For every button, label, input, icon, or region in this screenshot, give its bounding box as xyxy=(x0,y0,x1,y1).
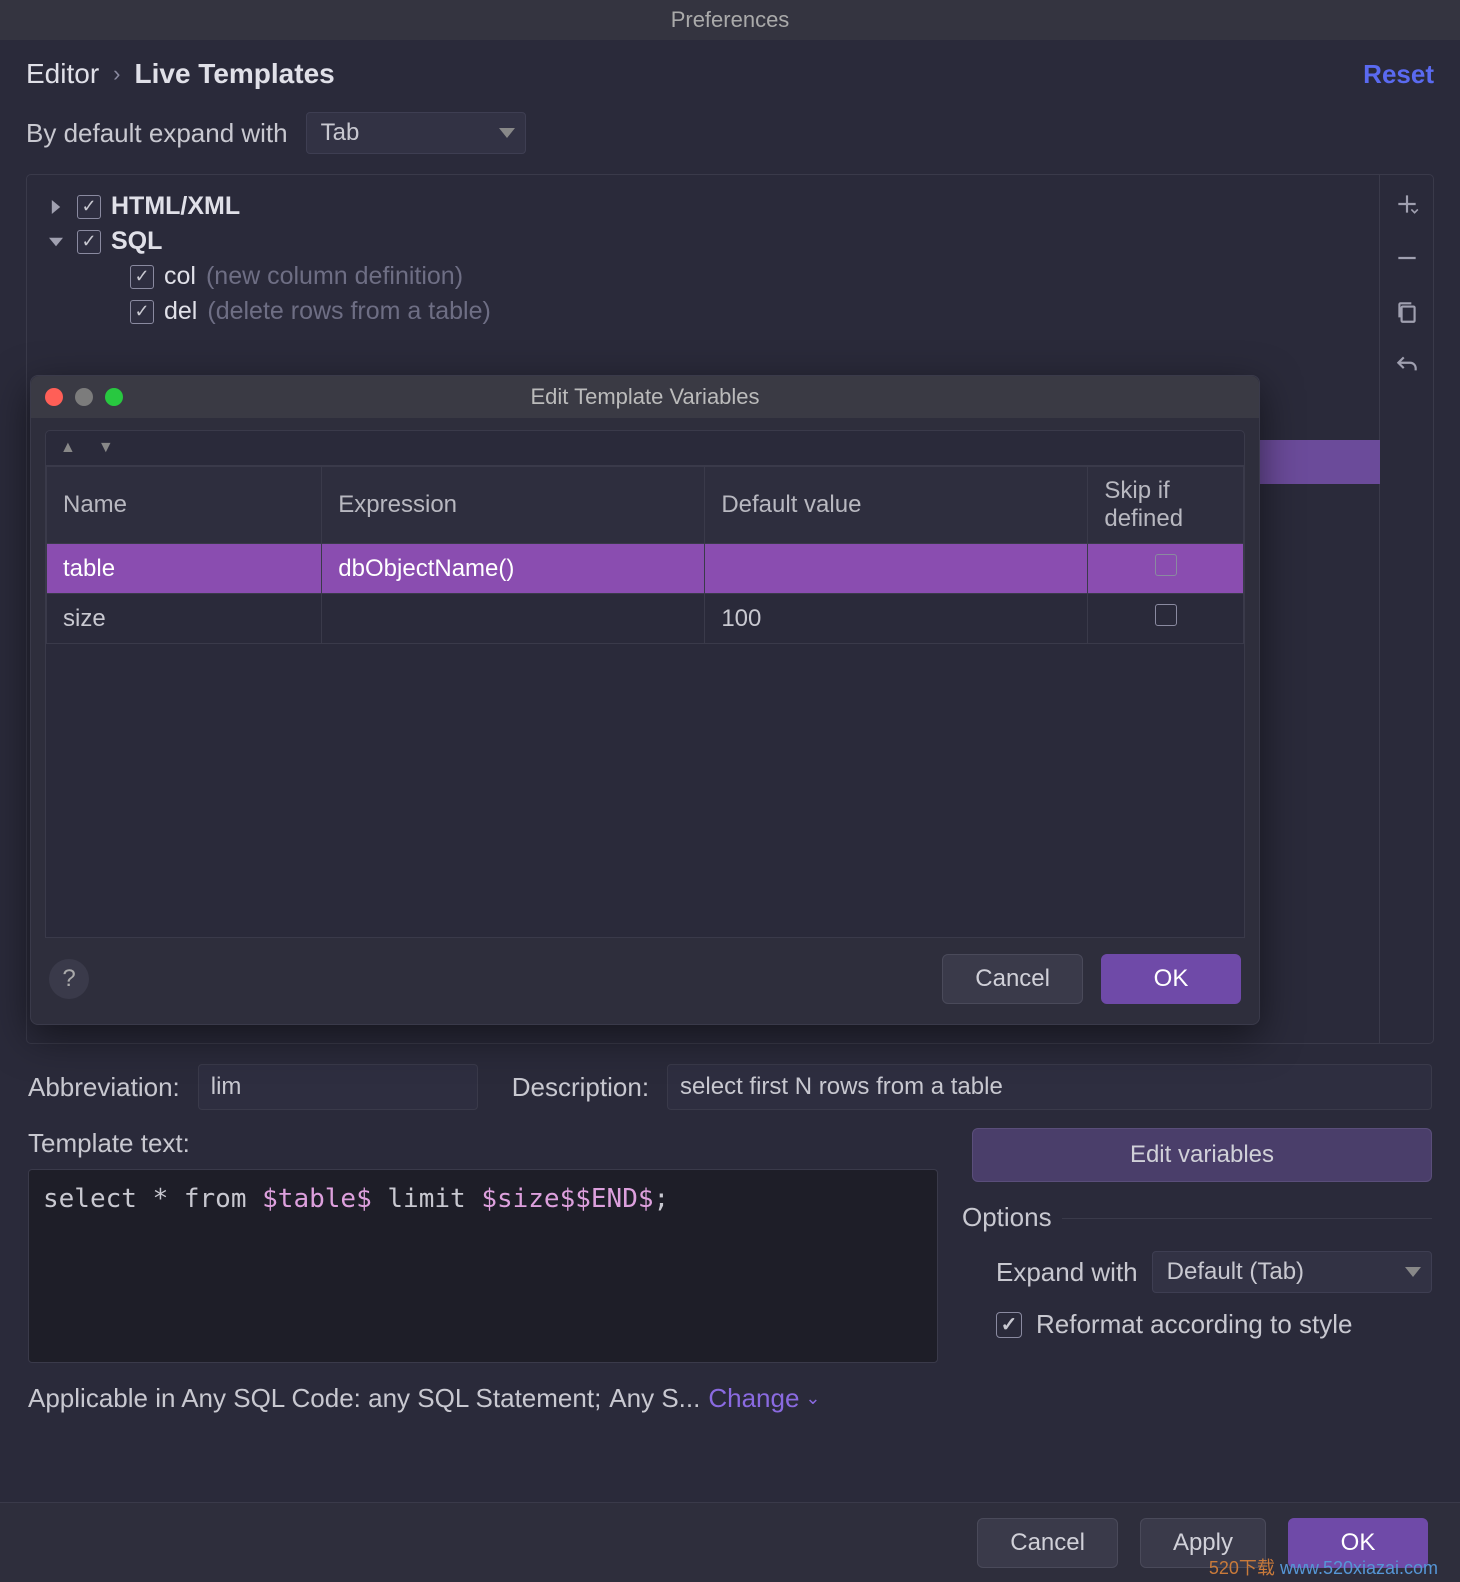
cell-default[interactable] xyxy=(705,544,1088,594)
template-editor-pane: Abbreviation: Description: Template text… xyxy=(0,1044,1460,1375)
abbreviation-label: Abbreviation: xyxy=(28,1072,180,1103)
window-titlebar: Preferences xyxy=(0,0,1460,40)
options-title: Options xyxy=(962,1202,1432,1233)
cell-skip[interactable] xyxy=(1088,594,1244,644)
chevron-down-icon xyxy=(1405,1267,1421,1277)
window-title: Preferences xyxy=(671,7,790,33)
description-label: Description: xyxy=(512,1072,649,1103)
modal-footer: ? Cancel OK xyxy=(31,938,1259,1024)
traffic-lights xyxy=(45,388,123,406)
item-name: col xyxy=(164,262,196,291)
expand-with-option-select[interactable]: Default (Tab) xyxy=(1152,1251,1432,1293)
col-name: Name xyxy=(47,467,322,544)
tree-group-html-xml[interactable]: HTML/XML xyxy=(45,189,1361,224)
minimize-icon xyxy=(75,388,93,406)
checkbox[interactable] xyxy=(77,230,101,254)
remove-icon[interactable] xyxy=(1392,243,1422,273)
cell-name[interactable]: size xyxy=(47,594,322,644)
change-link[interactable]: Change ⌄ xyxy=(708,1383,820,1414)
item-desc: (delete rows from a table) xyxy=(207,297,490,326)
cancel-button[interactable]: Cancel xyxy=(942,954,1083,1004)
item-name: del xyxy=(164,297,197,326)
checkbox[interactable] xyxy=(77,195,101,219)
side-toolbar xyxy=(1379,175,1433,1043)
reformat-checkbox[interactable] xyxy=(996,1312,1022,1338)
copy-icon[interactable] xyxy=(1392,297,1422,327)
modal-titlebar[interactable]: Edit Template Variables xyxy=(31,376,1259,418)
tree-item-col[interactable]: col (new column definition) xyxy=(130,259,1361,294)
col-default: Default value xyxy=(705,467,1088,544)
expand-with-value: Tab xyxy=(321,119,360,146)
item-desc: (new column definition) xyxy=(206,262,463,291)
table-row[interactable]: table dbObjectName() xyxy=(47,544,1244,594)
undo-icon[interactable] xyxy=(1392,351,1422,381)
template-text-label: Template text: xyxy=(28,1128,938,1159)
move-up-icon[interactable]: ▲ xyxy=(60,439,76,457)
checkbox[interactable] xyxy=(1155,554,1177,576)
edit-template-variables-modal: Edit Template Variables ▲ ▼ Name Express… xyxy=(30,375,1260,1025)
applicable-more: Any S... xyxy=(609,1383,700,1414)
watermark: 520下载 www.520xiazai.com xyxy=(1209,1554,1438,1580)
cell-default[interactable]: 100 xyxy=(705,594,1088,644)
template-text-editor[interactable]: select * from $table$ limit $size$$END$; xyxy=(28,1169,938,1363)
reformat-label[interactable]: Reformat according to style xyxy=(1036,1309,1352,1340)
applicable-text: Applicable in Any SQL Code: any SQL Stat… xyxy=(28,1383,601,1414)
tree-item-del[interactable]: del (delete rows from a table) xyxy=(130,294,1361,329)
expand-with-label: By default expand with xyxy=(26,118,288,149)
edit-variables-button[interactable]: Edit variables xyxy=(972,1128,1432,1182)
tree-group-sql[interactable]: SQL xyxy=(45,224,1361,259)
expand-with-option-value: Default (Tab) xyxy=(1167,1258,1304,1285)
abbreviation-input[interactable] xyxy=(198,1064,478,1110)
cell-expression[interactable]: dbObjectName() xyxy=(322,544,705,594)
breadcrumb: Editor › Live Templates Reset xyxy=(0,40,1460,104)
cell-name[interactable]: table xyxy=(47,544,322,594)
chevron-down-icon[interactable] xyxy=(45,231,67,253)
chevron-right-icon: › xyxy=(113,61,120,87)
col-expression: Expression xyxy=(322,467,705,544)
checkbox[interactable] xyxy=(130,300,154,324)
cell-skip[interactable] xyxy=(1088,544,1244,594)
cancel-button[interactable]: Cancel xyxy=(977,1518,1118,1568)
group-label: HTML/XML xyxy=(111,192,240,221)
move-down-icon[interactable]: ▼ xyxy=(98,439,114,457)
group-label: SQL xyxy=(111,227,162,256)
chevron-down-icon xyxy=(499,128,515,138)
help-button[interactable]: ? xyxy=(49,959,89,999)
description-input[interactable] xyxy=(667,1064,1432,1110)
applicable-row: Applicable in Any SQL Code: any SQL Stat… xyxy=(0,1375,1460,1432)
checkbox[interactable] xyxy=(130,265,154,289)
col-skip: Skip if defined xyxy=(1088,467,1244,544)
cell-expression[interactable] xyxy=(322,594,705,644)
variables-table[interactable]: Name Expression Default value Skip if de… xyxy=(45,466,1245,938)
zoom-icon[interactable] xyxy=(105,388,123,406)
expand-with-select[interactable]: Tab xyxy=(306,112,526,154)
sort-toolbar: ▲ ▼ xyxy=(45,430,1245,466)
modal-title: Edit Template Variables xyxy=(530,384,759,410)
chevron-right-icon[interactable] xyxy=(45,196,67,218)
breadcrumb-editor[interactable]: Editor xyxy=(26,58,99,90)
reset-link[interactable]: Reset xyxy=(1363,59,1434,90)
breadcrumb-live-templates: Live Templates xyxy=(134,58,334,90)
close-icon[interactable] xyxy=(45,388,63,406)
chevron-down-icon: ⌄ xyxy=(805,1388,820,1409)
expand-with-row: By default expand with Tab xyxy=(0,104,1460,174)
expand-with-option-label: Expand with xyxy=(996,1257,1138,1288)
table-row[interactable]: size 100 xyxy=(47,594,1244,644)
checkbox[interactable] xyxy=(1155,604,1177,626)
ok-button[interactable]: OK xyxy=(1101,954,1241,1004)
add-icon[interactable] xyxy=(1392,189,1422,219)
table-header-row: Name Expression Default value Skip if de… xyxy=(47,467,1244,544)
